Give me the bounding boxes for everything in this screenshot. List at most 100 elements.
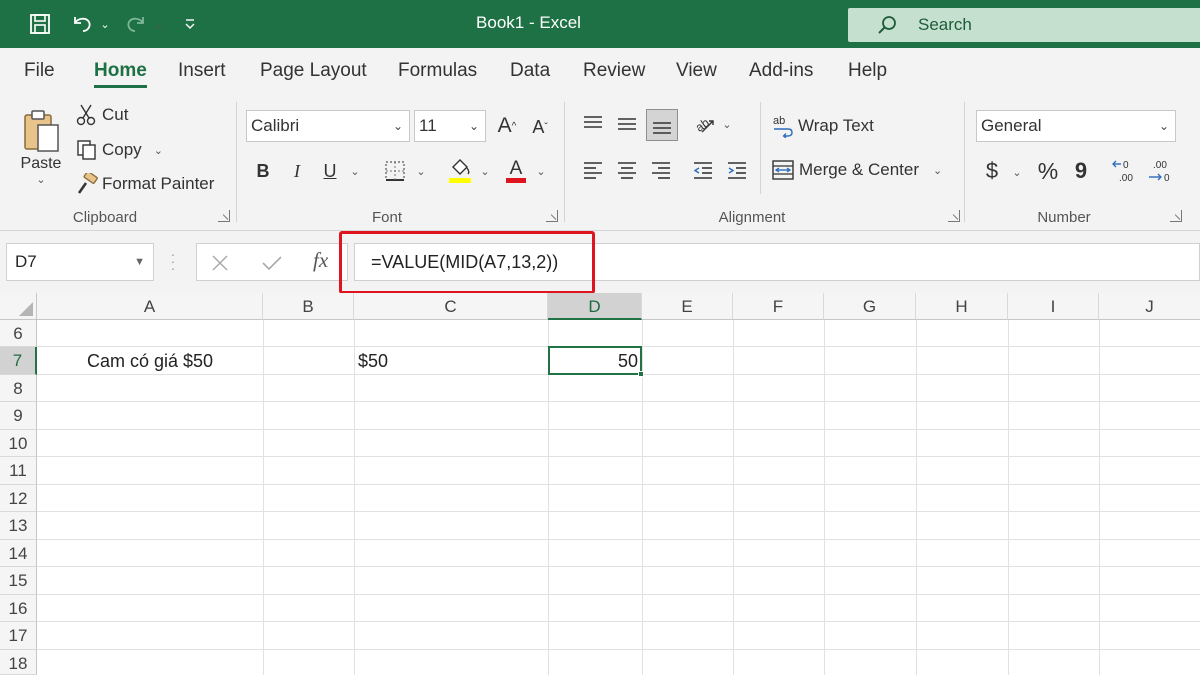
font-dialog-launcher-icon[interactable] — [546, 210, 558, 222]
decrease-font-size-button[interactable]: Aˇ — [526, 113, 554, 141]
borders-dropdown-icon[interactable]: ⌄ — [414, 159, 428, 183]
align-left-button[interactable] — [580, 156, 606, 184]
column-header-d[interactable]: D — [548, 293, 642, 320]
comma-style-button[interactable]: 9 — [1070, 156, 1092, 186]
align-bottom-icon — [653, 122, 671, 134]
tab-page-layout[interactable]: Page Layout — [260, 48, 367, 94]
row-header-8[interactable]: 8 — [0, 375, 37, 402]
tab-file[interactable]: File — [24, 48, 55, 94]
tab-review[interactable]: Review — [583, 48, 645, 94]
decrease-decimal-button[interactable]: .00 0 — [1144, 156, 1174, 186]
font-name-select[interactable]: Calibri ⌄ — [246, 110, 410, 142]
row-header-17[interactable]: 17 — [0, 622, 37, 650]
number-format-select[interactable]: General ⌄ — [976, 110, 1176, 142]
tab-home[interactable]: Home — [94, 48, 147, 94]
ribbon-separator — [236, 102, 237, 222]
font-color-dropdown-icon[interactable]: ⌄ — [534, 159, 548, 183]
copy-dropdown-icon[interactable]: ⌄ — [154, 144, 163, 157]
fill-color-button[interactable] — [446, 156, 474, 186]
underline-button[interactable]: U — [318, 157, 342, 185]
ribbon-separator — [964, 102, 965, 222]
italic-button[interactable]: I — [284, 157, 310, 185]
row-header-7[interactable]: 7 — [0, 347, 37, 375]
column-header-e[interactable]: E — [642, 293, 733, 320]
row-header-14[interactable]: 14 — [0, 540, 37, 567]
cut-button[interactable]: Cut — [76, 102, 128, 128]
bottom-align-button[interactable] — [646, 109, 678, 141]
percent-button[interactable]: % — [1034, 156, 1062, 186]
column-header-f[interactable]: F — [733, 293, 824, 320]
wrap-text-button[interactable]: ab Wrap Text — [772, 112, 874, 140]
copy-button[interactable]: Copy ⌄ — [76, 137, 163, 163]
column-header-c[interactable]: C — [354, 293, 548, 320]
merge-center-icon — [772, 160, 794, 180]
select-all-button[interactable] — [0, 293, 37, 320]
tab-help[interactable]: Help — [848, 48, 887, 94]
align-center-button[interactable] — [614, 156, 640, 184]
search-box[interactable]: Search — [848, 8, 1200, 42]
svg-text:0: 0 — [1123, 160, 1129, 171]
borders-button[interactable] — [382, 158, 408, 184]
row-header-15[interactable]: 15 — [0, 567, 37, 595]
name-box-value: D7 — [15, 252, 37, 271]
bold-button[interactable]: B — [250, 157, 276, 185]
increase-font-size-button[interactable]: A ^ — [492, 111, 522, 141]
merge-center-button[interactable]: Merge & Center ⌄ — [772, 156, 942, 184]
tab-formulas[interactable]: Formulas — [398, 48, 477, 94]
paste-dropdown-icon[interactable]: ⌄ — [36, 173, 45, 186]
paste-button[interactable]: Paste ⌄ — [14, 100, 68, 194]
formula-highlight-box — [339, 231, 595, 294]
wrap-text-icon: ab — [773, 115, 793, 138]
middle-align-button[interactable] — [614, 110, 640, 138]
row-header-6[interactable]: 6 — [0, 320, 37, 347]
decrease-indent-button[interactable] — [690, 156, 716, 184]
cell-a7[interactable]: Cam có giá $50 — [37, 347, 263, 375]
increase-indent-button[interactable] — [724, 156, 750, 184]
row-header-9[interactable]: 9 — [0, 402, 37, 430]
row-header-13[interactable]: 13 — [0, 512, 37, 540]
number-dialog-launcher-icon[interactable] — [1170, 210, 1182, 222]
name-box[interactable]: D7 ▼ — [6, 243, 154, 281]
enter-check-icon[interactable] — [261, 254, 283, 272]
row-header-18[interactable]: 18 — [0, 650, 37, 675]
font-color-button[interactable]: A — [502, 156, 530, 186]
align-right-button[interactable] — [648, 156, 674, 184]
cell-c7[interactable]: $50 — [358, 347, 548, 375]
chevron-down-icon: ⌄ — [392, 119, 403, 133]
orientation-dropdown-icon[interactable]: ⌄ — [720, 112, 734, 136]
active-cell-selection[interactable] — [548, 346, 644, 377]
column-header-h[interactable]: H — [916, 293, 1008, 320]
row-header-12[interactable]: 12 — [0, 485, 37, 512]
column-header-j[interactable]: J — [1099, 293, 1200, 320]
merge-center-dropdown-icon[interactable]: ⌄ — [933, 164, 942, 177]
alignment-dialog-launcher-icon[interactable] — [948, 210, 960, 222]
row-header-11[interactable]: 11 — [0, 457, 37, 485]
currency-button[interactable]: $ — [980, 156, 1004, 186]
fill-color-dropdown-icon[interactable]: ⌄ — [478, 159, 492, 183]
top-align-button[interactable] — [580, 110, 606, 138]
tab-add-ins[interactable]: Add-ins — [749, 48, 813, 94]
formula-bar-resize-handle[interactable]: · · · — [170, 247, 176, 275]
tab-insert[interactable]: Insert — [178, 48, 226, 94]
chevron-down-icon: ⌄ — [468, 119, 479, 133]
orientation-button[interactable]: ab — [690, 110, 718, 138]
currency-dropdown-icon[interactable]: ⌄ — [1010, 160, 1024, 184]
row-header-10[interactable]: 10 — [0, 430, 37, 457]
fill-handle[interactable] — [638, 371, 644, 377]
column-header-b[interactable]: B — [263, 293, 354, 320]
cancel-icon[interactable] — [211, 254, 229, 272]
underline-dropdown-icon[interactable]: ⌄ — [348, 159, 362, 183]
tab-data[interactable]: Data — [510, 48, 550, 94]
insert-function-icon[interactable]: fx — [313, 248, 328, 273]
row-header-16[interactable]: 16 — [0, 595, 37, 622]
column-header-i[interactable]: I — [1008, 293, 1099, 320]
tab-view[interactable]: View — [676, 48, 717, 94]
column-header-a[interactable]: A — [37, 293, 263, 320]
ribbon: Paste ⌄ Cut Copy ⌄ Format Painter Clipbo… — [0, 94, 1200, 231]
search-placeholder: Search — [918, 15, 972, 34]
clipboard-dialog-launcher-icon[interactable] — [218, 210, 230, 222]
column-header-g[interactable]: G — [824, 293, 916, 320]
increase-decimal-button[interactable]: 0.00 — [1110, 156, 1140, 186]
font-size-select[interactable]: 11 ⌄ — [414, 110, 486, 142]
format-painter-button[interactable]: Format Painter — [76, 171, 214, 197]
